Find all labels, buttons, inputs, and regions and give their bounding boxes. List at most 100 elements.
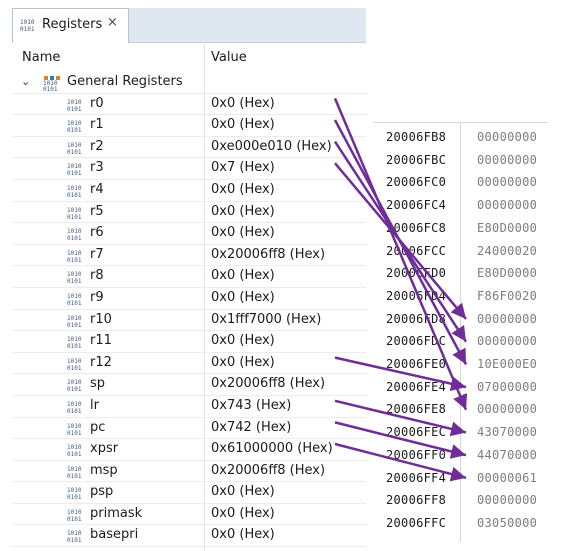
memory-row[interactable]: 20006FCC 24000020 — [374, 240, 548, 263]
register-row-basepri[interactable]: 1010 0101 basepri 0x0 (Hex) — [12, 525, 366, 548]
memory-row[interactable]: 20006FFC 03050000 — [374, 512, 548, 535]
register-value[interactable]: 0x0 (Hex) — [211, 268, 275, 283]
memory-value[interactable]: 00000000 — [477, 334, 537, 348]
memory-value[interactable]: 00000000 — [477, 312, 537, 326]
memory-row[interactable]: 20006FE0 10E000E0 — [374, 353, 548, 376]
memory-row[interactable]: 20006FC0 00000000 — [374, 171, 548, 194]
memory-value[interactable]: E80D0000 — [477, 221, 537, 235]
register-row-r4[interactable]: 1010 0101 r4 0x0 (Hex) — [12, 180, 366, 202]
column-header-value[interactable]: Value — [211, 50, 247, 65]
svg-text:0101: 0101 — [67, 430, 82, 436]
register-value[interactable]: 0x743 (Hex) — [211, 398, 291, 413]
memory-value[interactable]: 00000000 — [477, 130, 537, 144]
register-row-r10[interactable]: 1010 0101 r10 0x1fff7000 (Hex) — [12, 310, 366, 332]
tab-registers[interactable]: 1010 0101 Registers × — [12, 8, 129, 43]
register-row-r6[interactable]: 1010 0101 r6 0x0 (Hex) — [12, 223, 366, 245]
register-value[interactable]: 0x0 (Hex) — [211, 484, 275, 499]
register-row-lr[interactable]: 1010 0101 lr 0x743 (Hex) — [12, 396, 366, 418]
register-row-r8[interactable]: 1010 0101 r8 0x0 (Hex) — [12, 266, 366, 288]
svg-text:1010: 1010 — [67, 250, 82, 257]
tree-group-general-registers[interactable]: ⌄ 1010 0101 General Registers — [12, 72, 366, 94]
memory-value[interactable]: 00000000 — [477, 493, 537, 507]
register-row-r2[interactable]: 1010 0101 r2 0xe000e010 (Hex) — [12, 137, 366, 159]
memory-row[interactable]: 20006FE4 07000000 — [374, 376, 548, 399]
register-row-r11[interactable]: 1010 0101 r11 0x0 (Hex) — [12, 331, 366, 353]
register-value[interactable]: 0xe000e010 (Hex) — [211, 139, 332, 154]
register-value[interactable]: 0x7 (Hex) — [211, 160, 275, 175]
register-value[interactable]: 0x0 (Hex) — [211, 506, 275, 521]
register-value[interactable]: 0x0 (Hex) — [211, 290, 275, 305]
register-row-sp[interactable]: 1010 0101 sp 0x20006ff8 (Hex) — [12, 374, 366, 396]
memory-value[interactable]: E80D0000 — [477, 266, 537, 280]
register-value[interactable]: 0x1fff7000 (Hex) — [211, 312, 321, 327]
memory-value[interactable]: F86F0020 — [477, 289, 537, 303]
memory-row[interactable]: 20006FF8 00000000 — [374, 489, 548, 512]
svg-text:1010: 1010 — [67, 271, 82, 278]
memory-value[interactable]: 10E000E0 — [477, 357, 537, 371]
register-value[interactable]: 0x20006ff8 (Hex) — [211, 376, 325, 391]
memory-row[interactable]: 20006FF0 44070000 — [374, 444, 548, 467]
register-row-r3[interactable]: 1010 0101 r3 0x7 (Hex) — [12, 158, 366, 180]
memory-row[interactable]: 20006FB8 00000000 — [374, 126, 548, 149]
register-value[interactable]: 0x20006ff8 (Hex) — [211, 463, 325, 478]
close-icon[interactable]: × — [107, 16, 118, 29]
svg-text:0101: 0101 — [67, 365, 82, 371]
register-value[interactable]: 0x0 (Hex) — [211, 182, 275, 197]
memory-value[interactable]: 00000000 — [477, 153, 537, 167]
memory-address: 20006FEC — [386, 425, 447, 440]
memory-value[interactable]: 00000000 — [477, 402, 537, 416]
memory-row[interactable]: 20006FD4 F86F0020 — [374, 285, 548, 308]
register-row-psp[interactable]: 1010 0101 psp 0x0 (Hex) — [12, 482, 366, 504]
register-value[interactable]: 0x742 (Hex) — [211, 420, 291, 435]
register-icon: 10100101 — [67, 99, 82, 112]
memory-row[interactable]: 20006FDC 00000000 — [374, 330, 548, 353]
svg-text:0101: 0101 — [67, 278, 82, 284]
memory-row[interactable]: 20006FD8 00000000 — [374, 308, 548, 331]
register-row-primask[interactable]: 1010 0101 primask 0x0 (Hex) — [12, 504, 366, 526]
register-row-r7[interactable]: 1010 0101 r7 0x20006ff8 (Hex) — [12, 245, 366, 267]
register-icon: 10100101 — [67, 379, 82, 392]
memory-value[interactable]: 00000000 — [477, 198, 537, 212]
memory-row[interactable]: 20006FC4 00000000 — [374, 194, 548, 217]
memory-address: 20006FFC — [386, 515, 447, 530]
memory-row[interactable]: 20006FD0 E80D0000 — [374, 262, 548, 285]
column-header-name[interactable]: Name — [22, 50, 60, 65]
memory-value[interactable]: 03050000 — [477, 516, 537, 530]
memory-value[interactable]: 43070000 — [477, 425, 537, 439]
svg-text:1010: 1010 — [67, 444, 82, 451]
memory-row[interactable]: 20006FEC 43070000 — [374, 421, 548, 444]
memory-address: 20006FE4 — [386, 379, 447, 394]
memory-address: 20006FC4 — [386, 198, 447, 213]
register-row-r9[interactable]: 1010 0101 r9 0x0 (Hex) — [12, 288, 366, 310]
memory-value[interactable]: 00000061 — [477, 471, 537, 485]
register-row-r0[interactable]: 1010 0101 r0 0x0 (Hex) — [12, 94, 366, 116]
register-value[interactable]: 0x0 (Hex) — [211, 355, 275, 370]
register-row-msp[interactable]: 1010 0101 msp 0x20006ff8 (Hex) — [12, 461, 366, 483]
memory-value[interactable]: 44070000 — [477, 448, 537, 462]
register-value[interactable]: 0x0 (Hex) — [211, 333, 275, 348]
register-value[interactable]: 0x0 (Hex) — [211, 527, 275, 542]
chevron-down-icon[interactable]: ⌄ — [21, 75, 30, 88]
register-row-xpsr[interactable]: 1010 0101 xpsr 0x61000000 (Hex) — [12, 439, 366, 461]
register-row-r5[interactable]: 1010 0101 r5 0x0 (Hex) — [12, 202, 366, 224]
memory-value[interactable]: 07000000 — [477, 380, 537, 394]
register-value[interactable]: 0x0 (Hex) — [211, 117, 275, 132]
svg-text:1010: 1010 — [67, 358, 82, 365]
svg-text:1010: 1010 — [67, 120, 82, 127]
register-row-r12[interactable]: 1010 0101 r12 0x0 (Hex) — [12, 353, 366, 375]
memory-address: 20006FF4 — [386, 470, 447, 485]
memory-row[interactable]: 20006FBC 00000000 — [374, 149, 548, 172]
register-row-r1[interactable]: 1010 0101 r1 0x0 (Hex) — [12, 115, 366, 137]
memory-value[interactable]: 00000000 — [477, 175, 537, 189]
register-value[interactable]: 0x20006ff8 (Hex) — [211, 247, 325, 262]
memory-row[interactable]: 20006FE8 00000000 — [374, 398, 548, 421]
memory-value[interactable]: 24000020 — [477, 244, 537, 258]
register-value[interactable]: 0x0 (Hex) — [211, 225, 275, 240]
register-value[interactable]: 0x61000000 (Hex) — [211, 441, 333, 456]
register-row-pc[interactable]: 1010 0101 pc 0x742 (Hex) — [12, 418, 366, 440]
memory-row[interactable]: 20006FF4 00000061 — [374, 467, 548, 490]
register-value[interactable]: 0x0 (Hex) — [211, 204, 275, 219]
svg-text:1010: 1010 — [67, 207, 82, 214]
memory-row[interactable]: 20006FC8 E80D0000 — [374, 217, 548, 240]
register-value[interactable]: 0x0 (Hex) — [211, 96, 275, 111]
